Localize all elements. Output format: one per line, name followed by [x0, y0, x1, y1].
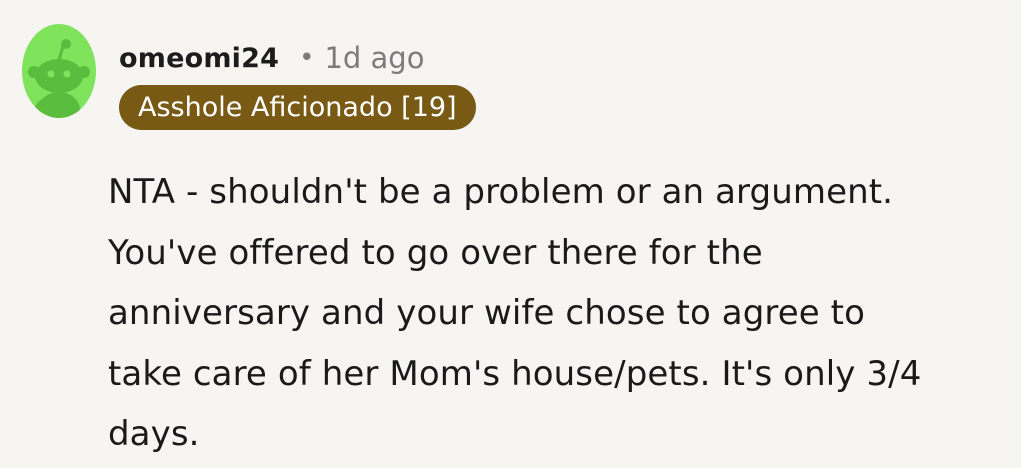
comment-line: anniversary and your wife chose to agree…	[108, 293, 865, 333]
comment-line: days.	[108, 414, 200, 454]
snoo-avatar-icon	[28, 39, 90, 118]
comment-line: You've offered to go over there for the	[108, 232, 763, 273]
comment-meta: omeomi24 • 1d ago	[119, 38, 424, 78]
user-flair: Asshole Aficionado [19]	[119, 85, 476, 130]
comment-line: take care of her Mom's house/pets. It's …	[108, 353, 922, 394]
comment-line: NTA - shouldn't be a problem or an argum…	[108, 172, 894, 212]
timestamp-link[interactable]: 1d ago	[324, 41, 424, 75]
comment: omeomi24 • 1d ago Asshole Aficionado [19…	[0, 0, 1021, 468]
meta-separator: •	[299, 43, 315, 73]
comment-body: NTA - shouldn't be a problem or an argum…	[108, 162, 1008, 465]
username-link[interactable]: omeomi24	[119, 43, 279, 74]
user-avatar[interactable]	[22, 24, 96, 118]
